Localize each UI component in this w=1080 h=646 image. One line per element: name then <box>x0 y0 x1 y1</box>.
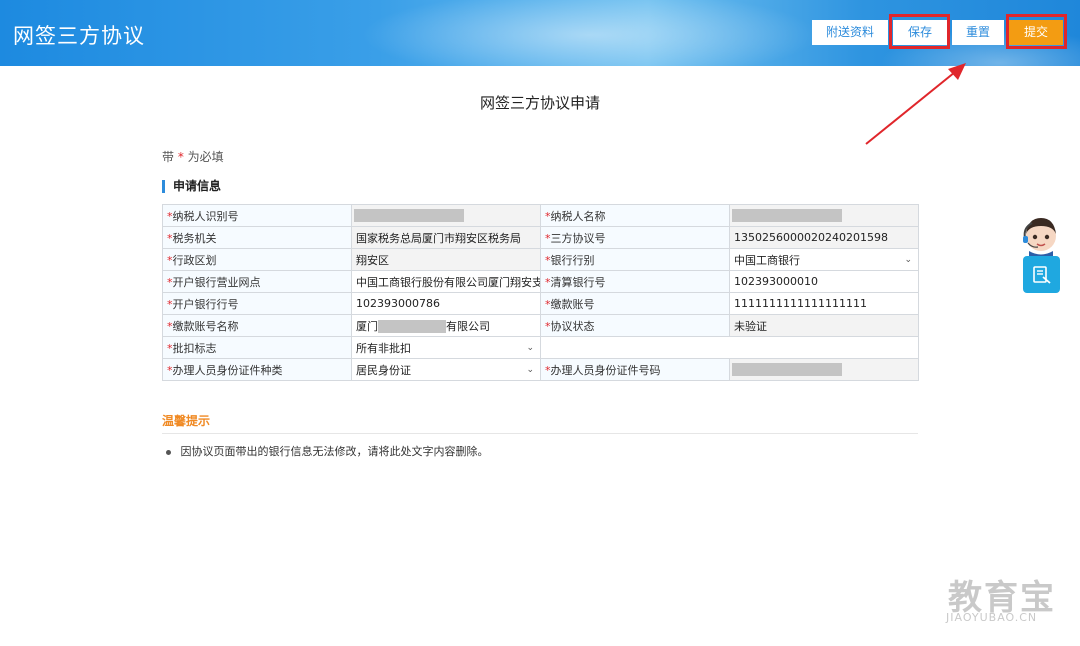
field-value: 国家税务总局厦门市翔安区税务局 <box>356 231 521 245</box>
redacted-value <box>732 209 842 223</box>
input-field[interactable]: 1111111111111111111 <box>729 292 919 315</box>
field-label-text: 批扣标志 <box>172 341 217 355</box>
empty-cell <box>540 336 919 359</box>
form-row: *行政区划 翔安区 *银行行别 中国工商银行 ⌄ <box>162 248 919 271</box>
field-label-text: 办理人员身份证件号码 <box>550 363 661 377</box>
field-label-text: 开户银行行号 <box>172 297 239 311</box>
form-row: *开户银行营业网点 中国工商银行股份有限公司厦门翔安支行 *清算银行号 1023930… <box>162 270 919 293</box>
field-value: 102393000786 <box>356 297 440 310</box>
field-label: *开户银行营业网点 <box>162 270 352 293</box>
field-label-text: 缴款账号名称 <box>172 319 239 333</box>
bullet-icon <box>166 449 171 455</box>
save-button[interactable]: 保存 <box>893 20 947 45</box>
required-star: * <box>177 150 184 164</box>
tips-item-text: 因协议页面带出的银行信息无法修改，请将此处文字内容删除。 <box>180 445 489 458</box>
select-field[interactable]: 中国工商银行 ⌄ <box>729 248 919 271</box>
input-field: 国家税务总局厦门市翔安区税务局 <box>351 226 541 249</box>
input-field[interactable]: 102393000786 <box>351 292 541 315</box>
field-label: *协议状态 <box>540 314 730 337</box>
field-label: *纳税人名称 <box>540 204 730 227</box>
field-label: *开户银行行号 <box>162 292 352 315</box>
field-label-text: 清算银行号 <box>550 275 606 289</box>
field-label-text: 银行行别 <box>550 253 595 267</box>
field-label-text: 缴款账号 <box>550 297 595 311</box>
input-field[interactable]: 厦门 有限公司 <box>351 314 541 337</box>
field-label: *三方协议号 <box>540 226 730 249</box>
select-value: 居民身份证 <box>356 363 411 377</box>
field-value: 13502560000202402015​98 <box>734 231 888 244</box>
field-label-text: 纳税人识别号 <box>172 209 239 223</box>
form-row: *税务机关 国家税务总局厦门市翔安区税务局 *三方协议号 13502560000202… <box>162 226 919 249</box>
chevron-down-icon[interactable]: ⌄ <box>526 365 534 375</box>
field-label: *缴款账号 <box>540 292 730 315</box>
field-value: 102393000010 <box>734 275 818 288</box>
field-label: *银行行别 <box>540 248 730 271</box>
field-value: 中国工商银行股份有限公司厦门翔安支行 <box>356 275 541 289</box>
select-value: 中国工商银行 <box>734 253 800 267</box>
field-label: *清算银行号 <box>540 270 730 293</box>
header-bar: 网签三方协议 附送资料 保存 重置 提交 <box>0 0 1080 66</box>
required-note: 带 * 为必填 <box>162 148 224 165</box>
tips-divider <box>162 433 918 434</box>
input-field <box>729 204 919 227</box>
input-field: 未验证 <box>729 314 919 337</box>
chat-icon <box>1032 265 1051 284</box>
header-decoration <box>360 0 820 66</box>
field-label-text: 三方协议号 <box>550 231 606 245</box>
chat-button[interactable] <box>1023 256 1060 293</box>
field-label-text: 协议状态 <box>550 319 595 333</box>
input-field <box>351 204 541 227</box>
field-label: *税务机关 <box>162 226 352 249</box>
form-row: *办理人员身份证件种类 居民身份证 ⌄ *办理人员身份证件号码 <box>162 358 919 381</box>
field-label-text: 税务机关 <box>172 231 217 245</box>
field-label-text: 办理人员身份证件种类 <box>172 363 283 377</box>
form-row: *缴款账号名称 厦门 有限公司 *协议状态 未验证 <box>162 314 919 337</box>
field-label: *纳税人识别号 <box>162 204 352 227</box>
form-row: *批扣标志 所有非批扣 ⌄ <box>162 336 919 359</box>
section-title: 申请信息 <box>162 180 221 193</box>
input-field: 翔安区 <box>351 248 541 271</box>
required-note-suffix: 为必填 <box>187 150 224 164</box>
select-value: 所有非批扣 <box>356 341 411 355</box>
chevron-down-icon[interactable]: ⌄ <box>526 343 534 353</box>
input-field[interactable]: 102393000010 <box>729 270 919 293</box>
redacted-value <box>354 209 464 223</box>
field-label-text: 行政区划 <box>172 253 217 267</box>
form-row: *开户银行行号 102393000786 *缴款账号 1111111111111111… <box>162 292 919 315</box>
field-label: *办理人员身份证件号码 <box>540 358 730 381</box>
field-value: 1111111111111111111 <box>734 297 867 310</box>
field-label: *行政区划 <box>162 248 352 271</box>
input-field[interactable]: 中国工商银行股份有限公司厦门翔安支行 <box>351 270 541 293</box>
application-form-table: *纳税人识别号 *纳税人名称 *税务机关 国家税务总局厦门市翔安区税务局 *三方协议号 1… <box>162 204 919 381</box>
watermark-url: JIAOYUBAO.CN <box>946 611 1038 624</box>
select-field[interactable]: 所有非批扣 ⌄ <box>351 336 541 359</box>
field-label-text: 开户银行营业网点 <box>172 275 261 289</box>
input-field: 13502560000202402015​98 <box>729 226 919 249</box>
input-field <box>729 358 919 381</box>
field-label: *批扣标志 <box>162 336 352 359</box>
reset-button[interactable]: 重置 <box>952 20 1004 45</box>
attach-materials-button[interactable]: 附送资料 <box>812 20 888 45</box>
field-label: *办理人员身份证件种类 <box>162 358 352 381</box>
required-note-prefix: 带 <box>162 150 175 164</box>
form-row: *纳税人识别号 *纳税人名称 <box>162 204 919 227</box>
field-value: 未验证 <box>734 319 767 333</box>
field-value: 翔安区 <box>356 253 389 267</box>
app-title: 网签三方协议 <box>13 24 145 48</box>
redacted-value <box>732 363 842 377</box>
tips-title: 温馨提示 <box>162 414 211 428</box>
field-value-suffix: 有限公司 <box>446 319 490 333</box>
field-label: *缴款账号名称 <box>162 314 352 337</box>
submit-button[interactable]: 提交 <box>1009 20 1063 45</box>
field-label-text: 纳税人名称 <box>550 209 606 223</box>
chevron-down-icon[interactable]: ⌄ <box>904 255 912 265</box>
redacted-value <box>378 320 446 333</box>
page-title: 网签三方协议申请 <box>479 94 600 112</box>
select-field[interactable]: 居民身份证 ⌄ <box>351 358 541 381</box>
tips-item: 因协议页面带出的银行信息无法修改，请将此处文字内容删除。 <box>166 443 489 459</box>
field-value-prefix: 厦门 <box>356 319 378 333</box>
customer-service-avatar-icon[interactable] <box>1020 214 1062 256</box>
